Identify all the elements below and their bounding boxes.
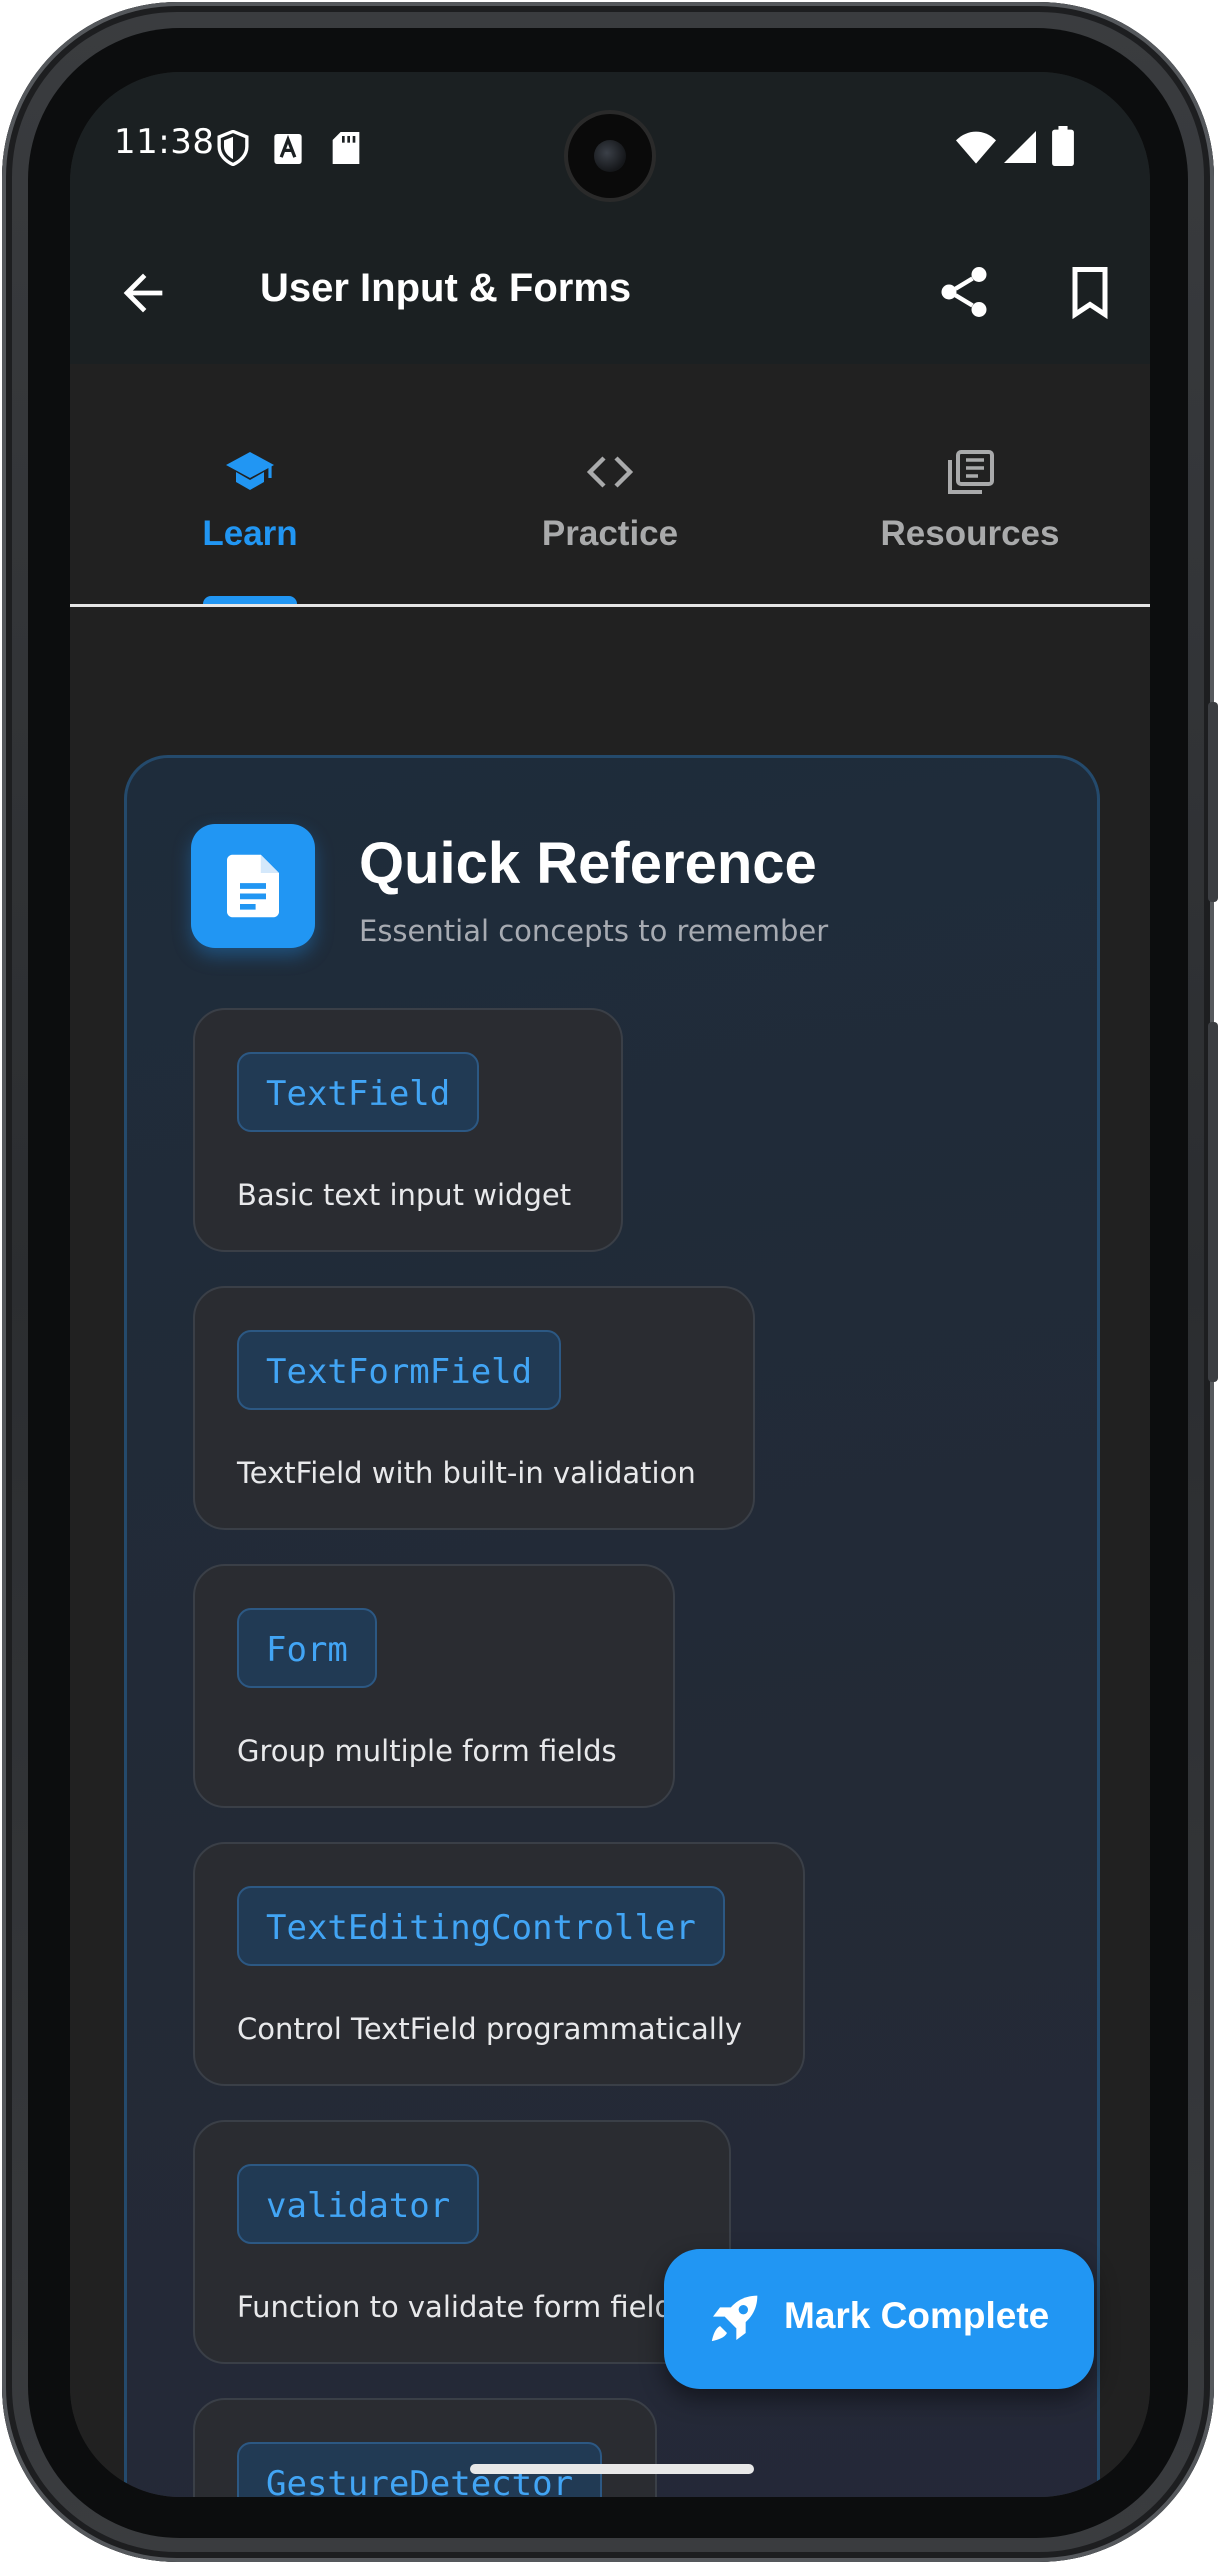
tab-label: Practice — [541, 514, 679, 553]
reference-item: GestureDetector — [193, 2398, 657, 2497]
term-chip: TextFormField — [237, 1330, 562, 1410]
reference-item: TextFormField TextField with built-in va… — [193, 1286, 755, 1530]
library-books-icon — [948, 450, 994, 494]
shield-icon — [217, 130, 249, 166]
reference-item: TextField Basic text input widget — [193, 1008, 623, 1252]
term-description: Function to validate form fields — [237, 2290, 689, 2324]
signal-icon — [1004, 131, 1036, 163]
term-description: Control TextField programmatically — [237, 2012, 743, 2046]
document-icon — [191, 824, 315, 948]
front-camera — [568, 114, 652, 198]
wifi-icon — [956, 131, 996, 164]
learn-content[interactable]: Quick Reference Essential concepts to re… — [70, 607, 1150, 2497]
bookmark-icon[interactable] — [1060, 262, 1120, 322]
tab-label: Learn — [202, 514, 298, 553]
school-icon — [226, 452, 274, 490]
mark-complete-button[interactable]: Mark Complete — [664, 2249, 1094, 2389]
reference-item: TextEditingController Control TextField … — [193, 1842, 805, 2086]
screen: 11:38 User Input & Forms Learn Practice … — [70, 72, 1150, 2497]
term-description: TextField with built-in validation — [237, 1456, 696, 1490]
term-chip: validator — [237, 2164, 480, 2244]
code-icon — [586, 456, 634, 488]
volume-button — [1208, 1022, 1218, 1382]
app-bar: User Input & Forms — [70, 222, 1150, 364]
reference-item: validator Function to validate form fiel… — [193, 2120, 731, 2364]
font-a-icon — [274, 134, 302, 164]
status-time: 11:38 — [114, 122, 215, 162]
tab-learn[interactable]: Learn — [70, 364, 430, 604]
back-arrow-icon[interactable] — [114, 264, 172, 322]
battery-icon — [1052, 126, 1074, 166]
tab-resources[interactable]: Resources — [790, 364, 1150, 604]
page-title: User Input & Forms — [260, 266, 632, 310]
power-button — [1208, 702, 1218, 902]
term-chip: TextField — [237, 1052, 480, 1132]
term-chip: TextEditingController — [237, 1886, 725, 1966]
term-description: Group multiple form fields — [237, 1734, 617, 1768]
term-description: Basic text input widget — [237, 1178, 572, 1212]
rocket-icon — [711, 2295, 758, 2342]
section-title: Quick Reference — [359, 831, 817, 896]
share-icon[interactable] — [934, 262, 994, 322]
active-tab-indicator — [203, 596, 297, 604]
tab-bar: Learn Practice Resources — [70, 364, 1150, 607]
status-bar: 11:38 — [70, 72, 1150, 222]
sd-card-icon — [332, 132, 360, 164]
tab-practice[interactable]: Practice — [430, 364, 790, 604]
reference-item: Form Group multiple form fields — [193, 1564, 675, 1808]
mark-complete-label: Mark Complete — [784, 2295, 1050, 2336]
term-chip: Form — [237, 1608, 377, 1688]
home-indicator[interactable] — [470, 2464, 754, 2474]
section-subtitle: Essential concepts to remember — [359, 914, 829, 948]
quick-reference-card: Quick Reference Essential concepts to re… — [124, 755, 1100, 2497]
tab-label: Resources — [880, 514, 1060, 553]
